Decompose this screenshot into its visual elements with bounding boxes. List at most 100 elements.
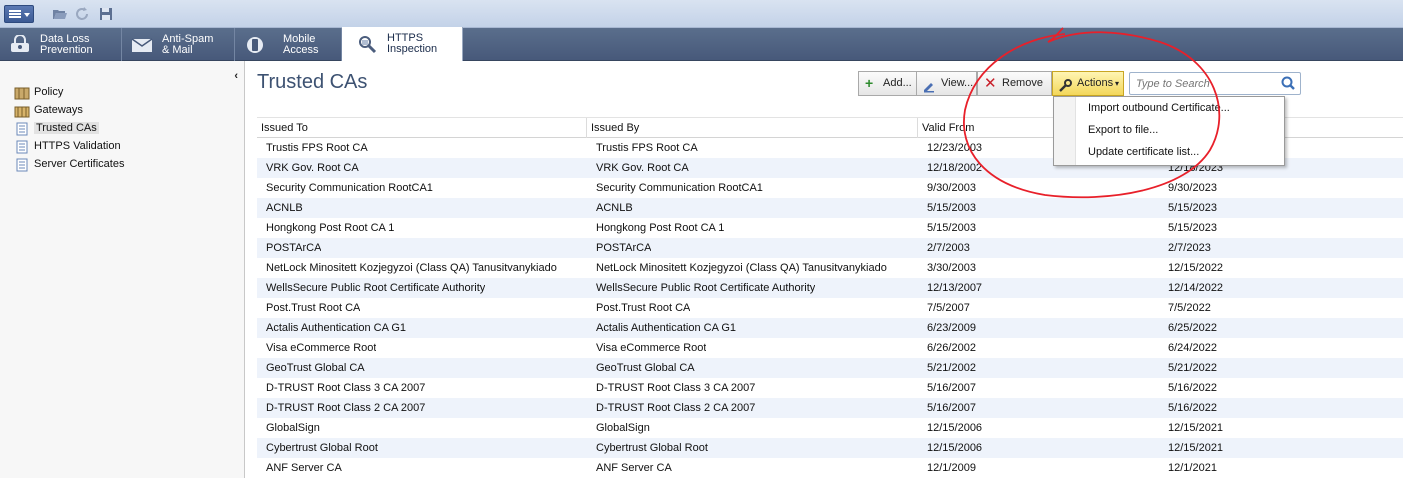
tab-mobile-access[interactable]: Mobile Access <box>235 28 342 61</box>
cell-issued-to: WellsSecure Public Root Certificate Auth… <box>266 282 486 294</box>
table-row[interactable]: Actalis Authentication CA G1 Actalis Auth… <box>257 318 1403 338</box>
collapse-sidebar-icon[interactable]: ‹ <box>234 70 238 82</box>
table-row[interactable]: D-TRUST Root Class 2 CA 2007 D-TRUST Root… <box>257 398 1403 418</box>
cell-valid-to: 5/15/2023 <box>1168 222 1217 234</box>
mail-icon <box>130 35 154 55</box>
cell-valid-to: 12/14/2022 <box>1168 282 1224 294</box>
sidebar-item-server-certificates[interactable]: Server Certificates <box>14 157 124 175</box>
cell-issued-to: ANF Server CA <box>266 462 342 474</box>
cell-valid-from: 5/16/2007 <box>927 402 976 414</box>
policy-icon <box>14 86 30 100</box>
search-icon[interactable] <box>1280 75 1296 91</box>
tab-https-inspection[interactable]: HTTPS Inspection <box>342 27 463 61</box>
menu-item-import-outbound-certificate[interactable]: Import outbound Certificate... <box>1088 102 1230 114</box>
table-row[interactable]: GeoTrust Global CA GeoTrust Global CA 5/21… <box>257 358 1403 378</box>
cell-valid-to: 5/21/2022 <box>1168 362 1217 374</box>
cell-issued-to: NetLock Minositett Kozjegyzoi (Class QA)… <box>266 262 557 274</box>
cell-issued-by: D-TRUST Root Class 3 CA 2007 <box>596 382 756 394</box>
cell-issued-to: Trustis FPS Root CA <box>266 142 368 154</box>
column-header-issued-to[interactable]: Issued To <box>257 118 587 138</box>
sidebar-item-https-validation[interactable]: HTTPS Validation <box>14 139 124 157</box>
table-row[interactable]: NetLock Minositett Kozjegyzoi (Class QA)… <box>257 258 1403 278</box>
cell-issued-to: D-TRUST Root Class 3 CA 2007 <box>266 382 426 394</box>
page-title: Trusted CAs <box>257 71 368 93</box>
tab-label: HTTPS Inspection <box>387 32 438 55</box>
sidebar-nav: Policy Gateways Trusted CAs HTTPS Valida… <box>14 85 124 175</box>
menu-item-update-certificate-list[interactable]: Update certificate list... <box>1088 146 1199 158</box>
tab-label: Data Loss Prevention <box>40 33 93 56</box>
cell-valid-from: 5/15/2003 <box>927 222 976 234</box>
cell-issued-by: GlobalSign <box>596 422 650 434</box>
search-box[interactable] <box>1129 72 1301 95</box>
view-button[interactable]: View... <box>916 71 977 96</box>
tab-label: Anti-Spam & Mail <box>162 33 214 56</box>
plus-icon: + <box>865 75 874 91</box>
actions-button[interactable]: Actions ▾ <box>1052 71 1124 96</box>
table-row[interactable]: D-TRUST Root Class 3 CA 2007 D-TRUST Root… <box>257 378 1403 398</box>
cell-issued-by: Security Communication RootCA1 <box>596 182 763 194</box>
save-icon[interactable] <box>98 6 114 22</box>
table-row[interactable]: Cybertrust Global Root Cybertrust Global … <box>257 438 1403 458</box>
table-row[interactable]: GlobalSign GlobalSign 12/15/2006 12/15/2021 <box>257 418 1403 438</box>
cell-issued-to: Visa eCommerce Root <box>266 342 377 354</box>
cell-valid-to: 2/7/2023 <box>1168 242 1211 254</box>
cell-valid-from: 3/30/2003 <box>927 262 976 274</box>
sidebar-item-trusted-cas[interactable]: Trusted CAs <box>14 121 124 139</box>
cell-valid-from: 5/16/2007 <box>927 382 976 394</box>
cell-issued-by: Visa eCommerce Root <box>596 342 707 354</box>
cell-issued-to: Hongkong Post Root CA 1 <box>266 222 395 234</box>
tab-data-loss-prevention[interactable]: Data Loss Prevention <box>0 28 122 61</box>
sidebar-item-policy[interactable]: Policy <box>14 85 124 103</box>
tab-label: Mobile Access <box>283 33 319 56</box>
cell-valid-from: 9/30/2003 <box>927 182 976 194</box>
remove-button[interactable]: ✕ Remove <box>977 71 1052 96</box>
sidebar-item-gateways[interactable]: Gateways <box>14 103 124 121</box>
cell-issued-to: GeoTrust Global CA <box>266 362 365 374</box>
hamburger-menu-icon[interactable] <box>4 5 34 23</box>
cell-issued-to: GlobalSign <box>266 422 320 434</box>
folder-open-icon[interactable] <box>52 6 68 22</box>
table-row[interactable]: ANF Server CA ANF Server CA 12/1/2009 12/1/… <box>257 458 1403 478</box>
sidebar: ‹ Policy Gateways Trusted CAs HTTPS Vali… <box>0 61 245 478</box>
cell-valid-to: 12/15/2021 <box>1168 422 1224 434</box>
tab-anti-spam-mail[interactable]: Anti-Spam & Mail <box>122 28 235 61</box>
blade-tabs: Data Loss Prevention Anti-Spam & Mail Mo… <box>0 27 1403 61</box>
refresh-icon[interactable] <box>74 6 90 22</box>
cell-valid-from: 12/15/2006 <box>927 422 983 434</box>
pencil-icon <box>922 77 936 100</box>
search-input[interactable] <box>1136 76 1276 92</box>
cell-valid-to: 12/15/2021 <box>1168 442 1224 454</box>
document-icon <box>14 140 30 154</box>
dlp-icon <box>8 34 32 55</box>
mobile-access-icon <box>243 35 267 55</box>
table-row[interactable]: WellsSecure Public Root Certificate Auth… <box>257 278 1403 298</box>
column-header-issued-by[interactable]: Issued By <box>587 118 918 138</box>
cell-valid-to: 6/25/2022 <box>1168 322 1217 334</box>
cell-issued-to: Cybertrust Global Root <box>266 442 378 454</box>
cell-valid-to: 9/30/2023 <box>1168 182 1217 194</box>
cell-issued-by: Actalis Authentication CA G1 <box>596 322 737 334</box>
document-icon <box>14 122 30 136</box>
cell-issued-to: Actalis Authentication CA G1 <box>266 322 407 334</box>
menu-item-export-to-file[interactable]: Export to file... <box>1088 124 1158 136</box>
table-row[interactable]: Hongkong Post Root CA 1 Hongkong Post Roo… <box>257 218 1403 238</box>
table-row[interactable]: ACNLB ACNLB 5/15/2003 5/15/2023 <box>257 198 1403 218</box>
remove-x-icon: ✕ <box>984 75 997 92</box>
table-row[interactable]: POSTArCA POSTArCA 2/7/2003 2/7/2023 <box>257 238 1403 258</box>
table-row[interactable]: Visa eCommerce Root Visa eCommerce Root 6/… <box>257 338 1403 358</box>
top-toolbar <box>0 0 1403 28</box>
table-row[interactable]: Post.Trust Root CA Post.Trust Root CA 7/5/… <box>257 298 1403 318</box>
cell-issued-to: Security Communication RootCA1 <box>266 182 433 194</box>
document-icon <box>14 158 30 172</box>
cell-issued-by: D-TRUST Root Class 2 CA 2007 <box>596 402 756 414</box>
actions-dropdown-menu: Import outbound Certificate... Export to… <box>1053 96 1285 166</box>
cell-valid-from: 5/21/2002 <box>927 362 976 374</box>
cell-issued-by: WellsSecure Public Root Certificate Auth… <box>596 282 816 294</box>
cell-valid-to: 5/15/2023 <box>1168 202 1217 214</box>
cell-issued-by: ANF Server CA <box>596 462 672 474</box>
cell-issued-by: VRK Gov. Root CA <box>596 162 689 174</box>
add-button[interactable]: + Add... <box>858 71 919 96</box>
cell-valid-from: 6/23/2009 <box>927 322 976 334</box>
cell-issued-by: POSTArCA <box>596 242 652 254</box>
table-row[interactable]: Security Communication RootCA1 Security C… <box>257 178 1403 198</box>
